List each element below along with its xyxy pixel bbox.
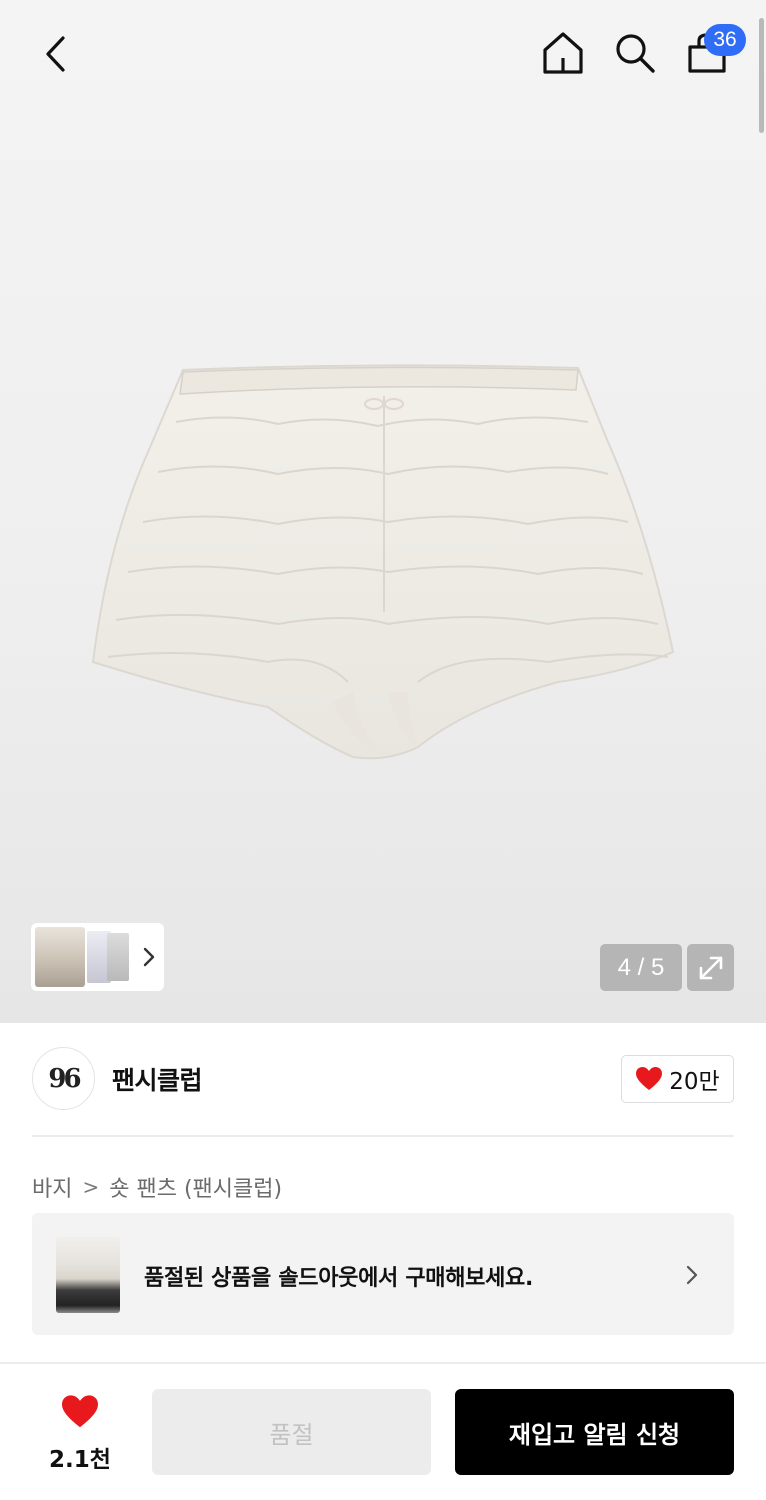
brand-logo[interactable]: 96 bbox=[32, 1047, 95, 1110]
back-button[interactable] bbox=[30, 28, 82, 80]
product-image bbox=[91, 364, 675, 760]
top-navigation-bar: 36 bbox=[0, 0, 766, 104]
heart-icon bbox=[636, 1067, 663, 1090]
cart-count-badge: 36 bbox=[704, 24, 746, 56]
chevron-right-icon bbox=[686, 1265, 698, 1285]
chevron-left-icon bbox=[46, 36, 65, 72]
breadcrumb-subcategory[interactable]: 숏 팬츠 (팬시클럽) bbox=[109, 1171, 282, 1203]
section-divider bbox=[32, 1135, 734, 1137]
wish-count: 2.1천 bbox=[49, 1447, 111, 1473]
search-icon bbox=[616, 34, 655, 73]
chevron-right-icon bbox=[143, 947, 155, 967]
product-image-gallery[interactable]: 36 4 / 5 bbox=[0, 0, 766, 1023]
expand-icon bbox=[699, 956, 722, 979]
soldout-button: 품절 bbox=[152, 1389, 431, 1475]
banner-message: 품절된 상품을 솔드아웃에서 구매해보세요. bbox=[144, 1266, 534, 1291]
image-counter: 4 / 5 bbox=[600, 944, 682, 991]
thumbnail-image bbox=[35, 927, 85, 987]
brand-row: 96 팬시클럽 20만 bbox=[32, 1047, 734, 1111]
brand-name[interactable]: 팬시클럽 bbox=[112, 1061, 203, 1097]
expand-image-button[interactable] bbox=[687, 944, 734, 991]
banner-thumbnail bbox=[56, 1237, 120, 1313]
breadcrumb-category[interactable]: 바지 bbox=[32, 1171, 72, 1203]
soldout-banner[interactable]: 품절된 상품을 솔드아웃에서 구매해보세요. bbox=[32, 1213, 734, 1335]
wish-button[interactable]: 2.1천 bbox=[40, 1390, 120, 1480]
breadcrumb-separator: > bbox=[82, 1175, 100, 1199]
scrollbar[interactable] bbox=[759, 18, 764, 133]
brand-like-count: 20만 bbox=[669, 1069, 720, 1095]
breadcrumb: 바지 > 숏 팬츠 (팬시클럽) bbox=[32, 1171, 282, 1203]
brand-like-button[interactable]: 20만 bbox=[621, 1055, 734, 1103]
thumbnail-image bbox=[107, 933, 129, 981]
heart-icon bbox=[62, 1395, 98, 1428]
home-button[interactable] bbox=[536, 26, 590, 80]
home-icon bbox=[543, 32, 583, 74]
restock-alert-button[interactable]: 재입고 알림 신청 bbox=[455, 1389, 734, 1475]
brand-logo-mark: 96 bbox=[48, 1063, 81, 1094]
image-thumbnails-button[interactable] bbox=[31, 923, 164, 991]
search-button[interactable] bbox=[608, 26, 662, 80]
bottom-bar-divider bbox=[0, 1362, 766, 1364]
